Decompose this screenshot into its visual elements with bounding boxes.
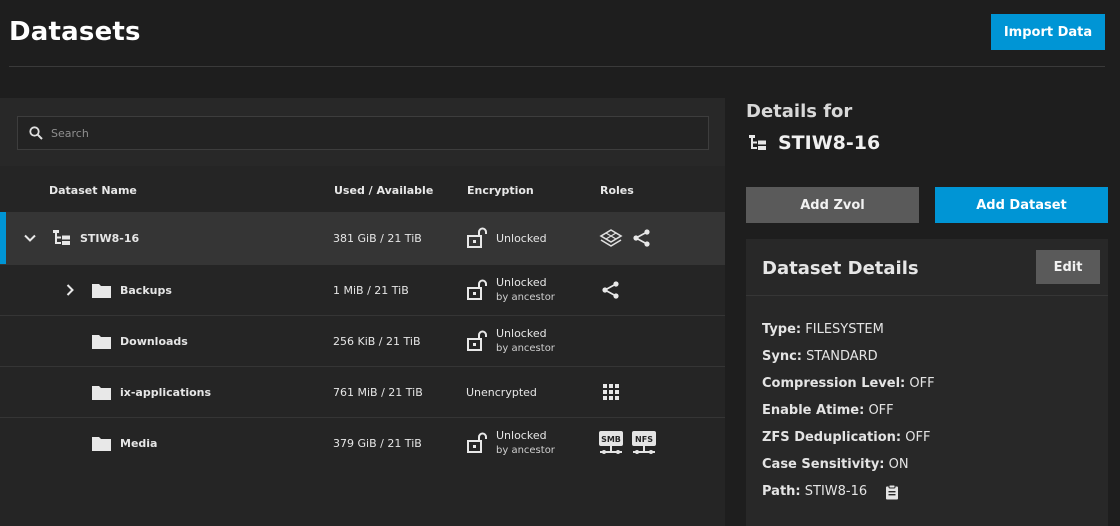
pool-tree-icon	[53, 230, 70, 245]
share-icon[interactable]	[632, 228, 652, 248]
lock-open-icon	[467, 432, 487, 453]
lock-open-icon	[467, 330, 487, 351]
table-header: Dataset Name Used / Available Encryption…	[0, 166, 725, 212]
details-dataset-name-text: STIW8-16	[778, 132, 881, 154]
used-available: 379 GiB / 21 TiB	[333, 436, 422, 450]
table-row[interactable]: ix-applications 761 MiB / 21 TiB Unencry…	[0, 366, 725, 417]
detail-atime: Enable Atime: OFF	[762, 403, 894, 418]
expand-toggle[interactable]	[63, 265, 77, 315]
apps-grid-icon[interactable]	[602, 383, 620, 401]
encryption-substatus: by ancestor	[496, 445, 555, 456]
detail-sync: Sync: STANDARD	[762, 349, 878, 364]
used-available: 761 MiB / 21 TiB	[333, 385, 423, 399]
table-row[interactable]: Media 379 GiB / 21 TiB Unlocked by ances…	[0, 417, 725, 468]
add-zvol-button[interactable]: Add Zvol	[746, 187, 919, 223]
detail-case-sensitivity: Case Sensitivity: ON	[762, 457, 909, 472]
page-title: Datasets	[9, 17, 141, 47]
search-area	[0, 98, 725, 166]
table-row[interactable]: STIW8-16 381 GiB / 21 TiB Unlocked	[0, 212, 725, 264]
encryption-status: Unencrypted	[466, 385, 537, 399]
encryption-status: Unlocked	[496, 429, 547, 442]
dataset-details-card: Dataset Details Edit Type: FILESYSTEM Sy…	[746, 239, 1108, 526]
column-roles[interactable]: Roles	[600, 184, 634, 197]
add-dataset-button[interactable]: Add Dataset	[935, 187, 1108, 223]
table-row[interactable]: Backups 1 MiB / 21 TiB Unlocked by ances…	[0, 264, 725, 315]
lock-open-icon	[467, 279, 487, 300]
column-encryption[interactable]: Encryption	[467, 184, 534, 197]
detail-path: Path: STIW8-16	[762, 478, 935, 505]
used-available: 256 KiB / 21 TiB	[333, 334, 421, 348]
copy-path-button[interactable]	[885, 484, 899, 500]
edit-button[interactable]: Edit	[1036, 250, 1100, 284]
used-available: 381 GiB / 21 TiB	[333, 231, 422, 245]
folder-icon	[92, 283, 111, 298]
table-row[interactable]: Downloads 256 KiB / 21 TiB Unlocked by a…	[0, 315, 725, 366]
card-header: Dataset Details Edit	[746, 239, 1108, 296]
import-data-button[interactable]: Import Data	[991, 14, 1105, 50]
folder-icon	[92, 385, 111, 400]
clipboard-icon	[886, 484, 899, 499]
encryption-status: Unlocked	[496, 231, 547, 245]
dataset-name: STIW8-16	[80, 231, 140, 245]
column-dataset-name[interactable]: Dataset Name	[49, 184, 137, 197]
dataset-name: Downloads	[120, 334, 188, 348]
chevron-right-icon	[66, 284, 74, 296]
pool-tree-icon	[749, 135, 766, 150]
detail-list: Type: FILESYSTEM Sync: STANDARD Compress…	[762, 316, 935, 505]
encryption-status: Unlocked	[496, 276, 547, 289]
folder-icon	[92, 334, 111, 349]
search-icon	[29, 126, 43, 140]
expand-toggle[interactable]	[23, 212, 37, 264]
used-available: 1 MiB / 21 TiB	[333, 283, 409, 297]
details-heading: Details for	[746, 101, 853, 122]
nfs-share-icon[interactable]: NFS	[631, 430, 657, 456]
selected-row-accent	[0, 212, 6, 264]
header-divider	[9, 66, 1105, 67]
apps-layers-icon[interactable]	[599, 228, 623, 248]
share-icon[interactable]	[601, 280, 621, 300]
encryption-status: Unlocked	[496, 327, 547, 340]
column-used-available[interactable]: Used / Available	[334, 184, 433, 197]
smb-share-icon[interactable]: SMB	[598, 430, 624, 456]
folder-icon	[92, 436, 111, 451]
detail-compression: Compression Level: OFF	[762, 376, 935, 391]
datasets-tree-panel: Dataset Name Used / Available Encryption…	[0, 98, 725, 526]
nfs-label: NFS	[635, 435, 653, 444]
dataset-name: Media	[120, 436, 158, 450]
lock-open-icon	[467, 227, 487, 248]
search-box[interactable]	[17, 116, 709, 150]
dataset-name: ix-applications	[120, 385, 212, 399]
encryption-substatus: by ancestor	[496, 292, 555, 303]
smb-label: SMB	[601, 435, 621, 444]
search-input[interactable]	[51, 126, 651, 140]
card-title: Dataset Details	[762, 258, 919, 279]
encryption-substatus: by ancestor	[496, 343, 555, 354]
dataset-name: Backups	[120, 283, 172, 297]
chevron-down-icon	[24, 234, 36, 242]
details-dataset-name: STIW8-16	[748, 132, 880, 154]
detail-dedup: ZFS Deduplication: OFF	[762, 430, 931, 445]
detail-type: Type: FILESYSTEM	[762, 322, 884, 337]
